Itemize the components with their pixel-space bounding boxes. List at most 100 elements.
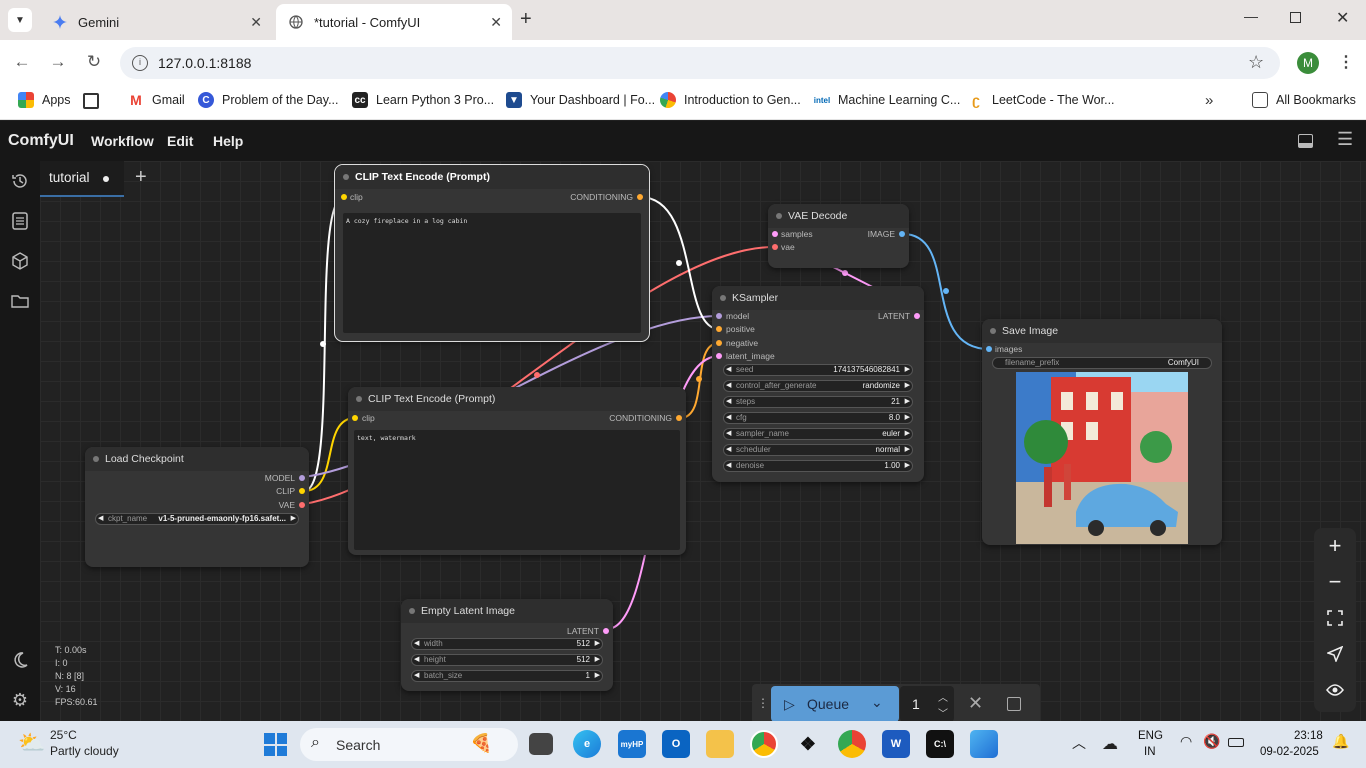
- output-pin[interactable]: [299, 475, 305, 481]
- bookmark-machine-learning[interactable]: intel Machine Learning C...: [814, 92, 960, 108]
- back-button[interactable]: ←: [10, 50, 34, 74]
- output-pin[interactable]: [603, 628, 609, 634]
- omnibox[interactable]: i 127.0.0.1:8188 ☆: [120, 47, 1280, 79]
- input-pin[interactable]: [986, 346, 992, 352]
- dropbox-icon[interactable]: ❖: [794, 730, 822, 758]
- eye-icon[interactable]: [1325, 680, 1345, 700]
- photos-icon[interactable]: [970, 730, 998, 758]
- chevron-down-icon[interactable]: ⌄: [871, 694, 883, 711]
- chevron-up-icon[interactable]: ︿: [1072, 733, 1086, 753]
- history-icon[interactable]: [10, 171, 30, 191]
- minimize-button[interactable]: —: [1244, 8, 1258, 24]
- edge-icon[interactable]: e: [573, 730, 601, 758]
- widget-denoise[interactable]: ◀ denoise 1.00 ▶: [723, 460, 913, 472]
- output-pin[interactable]: [299, 488, 305, 494]
- bookmark-learn-python[interactable]: cc Learn Python 3 Pro...: [352, 92, 494, 108]
- prompt-textarea[interactable]: text, watermark: [354, 430, 680, 550]
- url-text[interactable]: 127.0.0.1:8188: [158, 55, 251, 71]
- hamburger-menu-icon[interactable]: ☰: [1337, 129, 1353, 150]
- workflows-folder-icon[interactable]: [10, 291, 30, 311]
- widget-control-after-generate[interactable]: ◀ control_after_generate randomize ▶: [723, 380, 913, 392]
- model-library-icon[interactable]: [10, 251, 30, 271]
- notification-bell-icon[interactable]: 🔔: [1332, 733, 1349, 750]
- star-icon[interactable]: ☆: [1248, 52, 1264, 73]
- file-explorer-icon[interactable]: [706, 730, 734, 758]
- all-bookmarks[interactable]: All Bookmarks: [1252, 92, 1356, 108]
- widget-steps[interactable]: ◀ steps 21 ▶: [723, 396, 913, 408]
- increment-icon[interactable]: ︿: [938, 689, 948, 704]
- cancel-queue-icon[interactable]: ✕: [968, 693, 983, 714]
- volume-muted-icon[interactable]: 🔇: [1203, 733, 1220, 750]
- queue-list-icon[interactable]: [10, 211, 30, 231]
- tab-search-button[interactable]: ▼: [8, 8, 32, 32]
- pointer-mode-icon[interactable]: [1325, 644, 1345, 664]
- node-ksampler[interactable]: KSampler model positive negative latent_…: [712, 286, 924, 482]
- tab-gemini[interactable]: Gemini ✕: [40, 4, 272, 40]
- widget-seed[interactable]: ◀ seed 174137546082841 ▶: [723, 364, 913, 376]
- output-pin[interactable]: [637, 194, 643, 200]
- onedrive-icon[interactable]: ☁: [1102, 734, 1118, 754]
- outlook-icon[interactable]: O: [662, 730, 690, 758]
- maximize-button[interactable]: [1290, 12, 1301, 23]
- output-pin[interactable]: [914, 313, 920, 319]
- fit-view-icon[interactable]: [1325, 608, 1345, 628]
- windows-start-icon[interactable]: [264, 733, 287, 756]
- more-bookmarks-icon[interactable]: »: [1205, 92, 1213, 109]
- close-window-button[interactable]: ✕: [1336, 8, 1349, 28]
- battery-icon[interactable]: [1228, 738, 1244, 747]
- chrome-profile-icon[interactable]: [750, 730, 778, 758]
- zoom-in-icon[interactable]: +: [1325, 533, 1345, 558]
- theme-toggle-icon[interactable]: [10, 650, 30, 670]
- widget-cfg[interactable]: ◀ cfg 8.0 ▶: [723, 412, 913, 424]
- comfy-logo[interactable]: ComfyUI: [8, 132, 74, 150]
- widget-filename-prefix[interactable]: filename_prefix ComfyUI: [992, 357, 1212, 369]
- myhp-icon[interactable]: myHP: [618, 730, 646, 758]
- input-pin[interactable]: [772, 231, 778, 237]
- profile-avatar[interactable]: M: [1297, 52, 1319, 74]
- widget-sampler-name[interactable]: ◀ sampler_name euler ▶: [723, 428, 913, 440]
- widget-ckpt-name[interactable]: ◀ ckpt_name v1-5-pruned-emaonly-fp16.safet…: [95, 513, 299, 525]
- input-pin[interactable]: [352, 415, 358, 421]
- bookmark-problem-of-day[interactable]: C Problem of the Day...: [198, 92, 339, 108]
- node-load-checkpoint[interactable]: Load Checkpoint MODEL CLIP VAE ◀ ckpt_nam…: [85, 447, 309, 567]
- panel-toggle-icon[interactable]: [1298, 134, 1313, 148]
- close-icon[interactable]: ✕: [490, 14, 502, 31]
- browser-menu-icon[interactable]: ⋮: [1338, 52, 1354, 72]
- tab-groups-icon[interactable]: [83, 93, 99, 109]
- input-pin[interactable]: [716, 340, 722, 346]
- close-icon[interactable]: ✕: [250, 14, 262, 31]
- settings-gear-icon[interactable]: ⚙: [10, 690, 30, 710]
- bookmark-leetcode[interactable]: ʗ LeetCode - The Wor...: [968, 92, 1115, 108]
- menu-edit[interactable]: Edit: [167, 133, 193, 149]
- input-pin[interactable]: [716, 353, 722, 359]
- bookmark-intro-gen[interactable]: Introduction to Gen...: [660, 92, 801, 108]
- taskbar-search[interactable]: ⌕ Search 🍕: [300, 728, 518, 761]
- input-pin[interactable]: [716, 326, 722, 332]
- input-pin[interactable]: [772, 244, 778, 250]
- output-pin[interactable]: [676, 415, 682, 421]
- terminal-icon[interactable]: C:\: [926, 730, 954, 758]
- widget-batch-size[interactable]: ◀ batch_size 1 ▶: [411, 670, 603, 682]
- zoom-out-icon[interactable]: −: [1325, 569, 1345, 594]
- queue-count-input[interactable]: 1 ︿ ﹀: [900, 686, 954, 722]
- new-tab-button[interactable]: +: [520, 8, 532, 31]
- prompt-textarea[interactable]: A cozy fireplace in a log cabin: [343, 213, 641, 333]
- widget-height[interactable]: ◀ height 512 ▶: [411, 654, 603, 666]
- widget-scheduler[interactable]: ◀ scheduler normal ▶: [723, 444, 913, 456]
- bookmark-gmail[interactable]: M Gmail: [128, 92, 185, 108]
- stop-icon[interactable]: [1007, 697, 1021, 711]
- tab-comfyui[interactable]: *tutorial - ComfyUI ✕: [276, 4, 512, 40]
- output-pin[interactable]: [899, 231, 905, 237]
- graph-canvas[interactable]: tutorial + CLIP Text Encode (Prompt) cli…: [40, 161, 1366, 721]
- input-pin[interactable]: [716, 313, 722, 319]
- node-clip-text-encode-negative[interactable]: CLIP Text Encode (Prompt) clip CONDITION…: [348, 387, 686, 555]
- widget-width[interactable]: ◀ width 512 ▶: [411, 638, 603, 650]
- node-empty-latent-image[interactable]: Empty Latent Image LATENT ◀ width 512 ▶ ◀ he…: [401, 599, 613, 691]
- weather-widget[interactable]: ⛅ 25°C Partly cloudy: [18, 728, 128, 762]
- word-icon[interactable]: W: [882, 730, 910, 758]
- drag-handle-icon[interactable]: ⋮: [757, 696, 769, 710]
- node-vae-decode[interactable]: VAE Decode samples vae IMAGE: [768, 204, 909, 268]
- node-save-image[interactable]: Save Image images filename_prefix ComfyUI: [982, 319, 1222, 545]
- menu-help[interactable]: Help: [213, 133, 243, 149]
- bookmark-dashboard[interactable]: ▼ Your Dashboard | Fo...: [506, 92, 655, 108]
